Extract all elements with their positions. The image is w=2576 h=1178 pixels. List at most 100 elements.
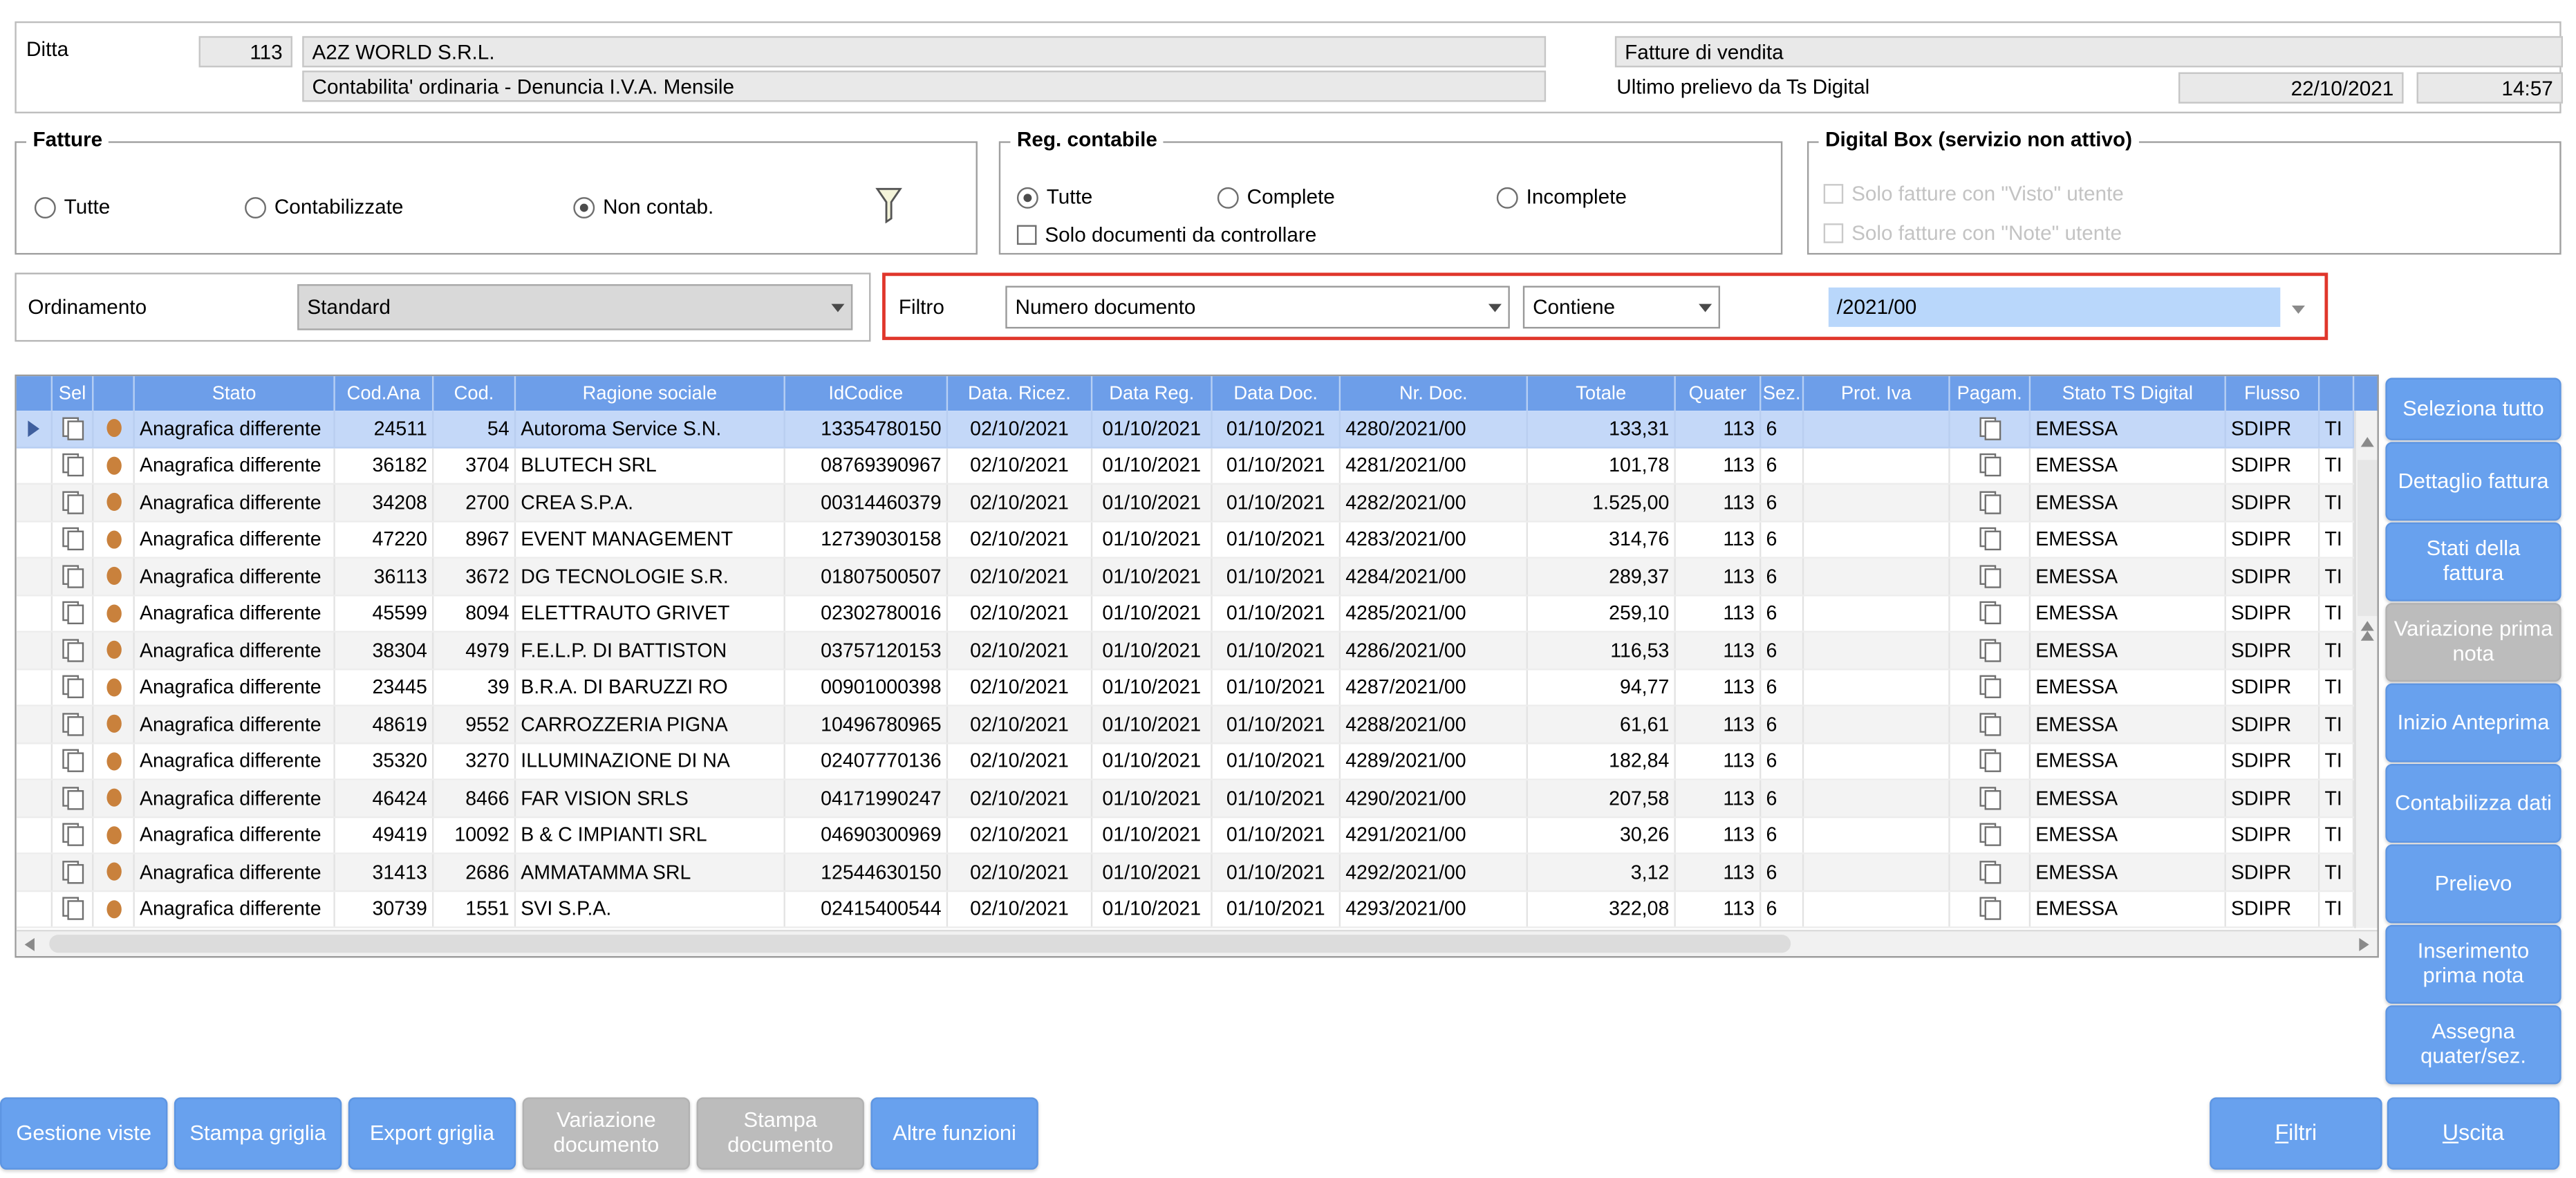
company-subtitle-field[interactable]: Contabilita' ordinaria - Denuncia I.V.A.… [302, 71, 1547, 102]
cell-sel[interactable] [53, 854, 94, 890]
column-header-data_reg[interactable]: Data Reg. [1092, 376, 1213, 411]
column-header-ind[interactable] [17, 376, 53, 411]
button-filtri[interactable]: Filtri [2210, 1097, 2382, 1170]
scroll-fast-icon[interactable] [2360, 621, 2374, 631]
table-row[interactable]: Anagrafica differente 35320 3270 ILLUMINAZI… [16, 743, 2355, 780]
button-uscita[interactable]: Uscita [2387, 1097, 2560, 1170]
cell-pagam[interactable] [1950, 632, 2031, 668]
button-inizio-anteprima[interactable]: Inizio Anteprima [2385, 683, 2561, 763]
table-row[interactable]: Anagrafica differente 31413 2686 AMMATAMMA … [16, 854, 2355, 892]
button-export-griglia[interactable]: Export griglia [348, 1097, 516, 1170]
column-header-pagam[interactable]: Pagam. [1950, 376, 2031, 411]
horizontal-scrollbar[interactable] [16, 929, 2378, 957]
button-seleziona-tutto[interactable]: Seleziona tutto [2385, 377, 2561, 440]
chevron-down-icon[interactable] [2291, 305, 2305, 314]
column-header-flusso[interactable]: Flusso [2226, 376, 2320, 411]
column-header-sel[interactable]: Sel [53, 376, 94, 411]
button-variazione-documento[interactable]: Variazione documento [522, 1097, 691, 1170]
column-header-dot[interactable] [93, 376, 135, 411]
column-header-data_doc[interactable]: Data Doc. [1213, 376, 1341, 411]
scrollbar-thumb[interactable] [2357, 460, 2378, 617]
button-assegna-quater-sez[interactable]: Assegna quater/sez. [2385, 1005, 2561, 1085]
cell-pagam[interactable] [1950, 743, 2031, 779]
radio-fatture-non-contab[interactable]: Non contab. [573, 196, 713, 218]
column-header-stato_ts[interactable]: Stato TS Digital [2031, 376, 2226, 411]
button-stati-della-fattura[interactable]: Stati della fattura [2385, 522, 2561, 601]
filtro-value-input[interactable]: /2021/00 [1828, 287, 2281, 327]
company-name-field[interactable]: A2Z WORLD S.R.L. [302, 36, 1547, 68]
button-dettaglio-fattura[interactable]: Dettaglio fattura [2385, 442, 2561, 521]
button-prelievo[interactable]: Prelievo [2385, 844, 2561, 924]
scroll-up-icon[interactable] [2360, 437, 2374, 447]
cell-pagam[interactable] [1950, 780, 2031, 816]
cell-pagam[interactable] [1950, 706, 2031, 742]
table-row[interactable]: Anagrafica differente 49419 10092 B & C IMP… [16, 817, 2355, 854]
cell-pagam[interactable] [1950, 411, 2031, 447]
scroll-fast-icon[interactable] [2360, 630, 2374, 641]
column-header-data_ricez[interactable]: Data. Ricez. [948, 376, 1093, 411]
button-contabilizza-dati[interactable]: Contabilizza dati [2385, 763, 2561, 843]
column-header-ragione_sociale[interactable]: Ragione sociale [516, 376, 785, 411]
column-header-cod[interactable]: Cod. [433, 376, 516, 411]
radio-fatture-tutte[interactable]: Tutte [34, 196, 110, 218]
column-header-totale[interactable]: Totale [1528, 376, 1676, 411]
cell-sel[interactable] [53, 817, 94, 853]
cell-sel[interactable] [53, 891, 94, 927]
table-row[interactable]: Anagrafica differente 23445 39 B.R.A. DI BA… [16, 669, 2355, 707]
table-row[interactable]: Anagrafica differente 30739 1551 SVI S.P.A.… [16, 891, 2355, 928]
radio-reg-incomplete[interactable]: Incomplete [1496, 186, 1627, 209]
button-altre-funzioni[interactable]: Altre funzioni [870, 1097, 1038, 1170]
column-header-stato[interactable]: Stato [135, 376, 335, 411]
cell-sel[interactable] [53, 521, 94, 557]
scrollbar-thumb[interactable] [49, 935, 1791, 953]
ditta-code-field[interactable]: 113 [198, 36, 292, 68]
cell-sel[interactable] [53, 411, 94, 447]
cell-pagam[interactable] [1950, 485, 2031, 521]
cell-pagam[interactable] [1950, 854, 2031, 890]
filtro-field-select[interactable]: Numero documento [1005, 286, 1510, 329]
cell-sel[interactable] [53, 558, 94, 595]
table-row[interactable]: Anagrafica differente 24511 54 Autoroma Ser… [16, 411, 2355, 448]
radio-reg-tutte[interactable]: Tutte [1016, 186, 1092, 209]
cell-sel[interactable] [53, 706, 94, 742]
cell-pagam[interactable] [1950, 558, 2031, 595]
column-header-prot_iva[interactable]: Prot. Iva [1804, 376, 1950, 411]
column-header-sez[interactable]: Sez. [1761, 376, 1804, 411]
table-row[interactable]: Anagrafica differente 36113 3672 DG TECNOLO… [16, 558, 2355, 596]
table-row[interactable]: Anagrafica differente 36182 3704 BLUTECH SR… [16, 447, 2355, 485]
cell-pagam[interactable] [1950, 521, 2031, 557]
button-variazione-prima-nota[interactable]: Variazione prima nota [2385, 603, 2561, 682]
table-row[interactable]: Anagrafica differente 46424 8466 FAR VISION… [16, 780, 2355, 818]
cell-sel[interactable] [53, 632, 94, 668]
button-gestione-viste[interactable]: Gestione viste [0, 1097, 168, 1170]
cell-pagam[interactable] [1950, 595, 2031, 631]
radio-reg-complete[interactable]: Complete [1217, 186, 1335, 209]
cell-sel[interactable] [53, 485, 94, 521]
checkbox-solo-documenti[interactable]: Solo documenti da controllare [1016, 223, 1316, 246]
column-header-tipo[interactable] [2320, 376, 2355, 411]
column-header-quater[interactable]: Quater [1676, 376, 1762, 411]
table-row[interactable]: Anagrafica differente 45599 8094 ELETTRAUTO… [16, 595, 2355, 633]
filtro-operator-select[interactable]: Contiene [1522, 286, 1720, 329]
column-header-cod_anag[interactable]: Cod.Ana [335, 376, 434, 411]
table-row[interactable]: Anagrafica differente 34208 2700 CREA S.P.A… [16, 485, 2355, 522]
cell-sel[interactable] [53, 743, 94, 779]
button-inserimento-prima-nota[interactable]: Inserimento prima nota [2385, 924, 2561, 1004]
button-stampa-documento[interactable]: Stampa documento [696, 1097, 864, 1170]
cell-sel[interactable] [53, 595, 94, 631]
cell-pagam[interactable] [1950, 817, 2031, 853]
cell-pagam[interactable] [1950, 669, 2031, 705]
scroll-right-icon[interactable] [2359, 937, 2369, 951]
funnel-icon[interactable] [874, 187, 904, 224]
ordinamento-select[interactable]: Standard [297, 284, 853, 330]
cell-pagam[interactable] [1950, 891, 2031, 927]
scroll-left-icon[interactable] [24, 937, 35, 951]
cell-sel[interactable] [53, 780, 94, 816]
button-stampa-griglia[interactable]: Stampa griglia [174, 1097, 342, 1170]
cell-sel[interactable] [53, 447, 94, 483]
table-row[interactable]: Anagrafica differente 38304 4979 F.E.L.P. D… [16, 632, 2355, 670]
table-row[interactable]: Anagrafica differente 47220 8967 EVENT MANA… [16, 521, 2355, 559]
column-header-id_codice[interactable]: IdCodice [785, 376, 949, 411]
cell-pagam[interactable] [1950, 447, 2031, 483]
vertical-scrollbar[interactable] [2354, 411, 2378, 928]
